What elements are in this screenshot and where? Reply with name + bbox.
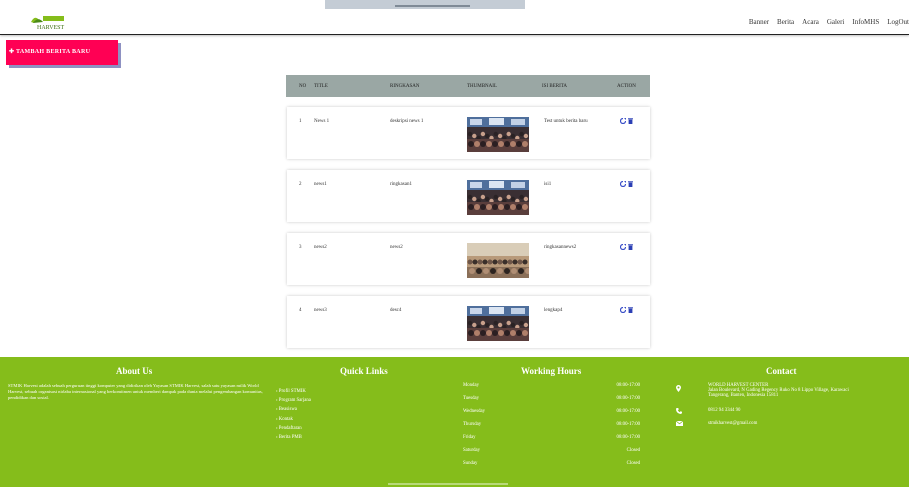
hours-row: Monday 08:00-17:00 (463, 383, 640, 396)
quick-link[interactable]: › Berita PMB (276, 433, 311, 442)
cell-title: news3 (314, 308, 327, 313)
thumbnail-image (467, 243, 529, 278)
quick-links-title: Quick Links (340, 366, 388, 376)
cell-summary: news2 (390, 245, 403, 250)
table-row: 4 news3 desc4 lengkap4 (287, 296, 650, 348)
cell-summary: deskripsi news 1 (390, 119, 424, 124)
envelope-icon (676, 421, 683, 426)
cell-title: news2 (314, 245, 327, 250)
col-thumbnail: THUMBNAIL (467, 84, 497, 89)
nav-acara[interactable]: Acara (802, 18, 819, 26)
col-no: NO (299, 84, 307, 89)
quick-links-list: › Profil STMIK › Program Sarjana › Beasi… (276, 387, 311, 442)
working-hours-list: Monday 08:00-17:00 Tuesday 08:00-17:00 Wedne… (463, 383, 640, 474)
nav-galeri[interactable]: Galeri (827, 18, 845, 26)
main-nav: Banner Berita Acara Galeri InfoMHS LogOu… (749, 18, 909, 26)
edit-icon[interactable] (620, 181, 626, 187)
contact-email[interactable]: stmikharvest@gmail.com (708, 421, 757, 426)
cell-content: ringkasannews2 (544, 245, 577, 250)
map-marker-icon (676, 385, 681, 392)
cell-summary: desc4 (390, 308, 402, 313)
add-news-button[interactable]: ✚ TAMBAH BERITA BARU (6, 40, 118, 65)
nav-berita[interactable]: Berita (777, 18, 794, 26)
hours-day: Wednesday (463, 409, 485, 414)
quick-link[interactable]: › Pendaftaran (276, 424, 311, 433)
thumbnail-image (467, 306, 529, 341)
col-action: ACTION (617, 84, 636, 89)
hours-row: Wednesday 08:00-17:00 (463, 409, 640, 422)
hours-time: 08:00-17:00 (616, 435, 640, 440)
about-title: About Us (116, 366, 153, 376)
top-navbar: HARVEST Banner Berita Acara Galeri InfoM… (0, 0, 909, 35)
trash-icon[interactable] (628, 118, 633, 124)
nav-infomhs[interactable]: InfoMHS (852, 18, 879, 26)
hours-row: Thursday 08:00-17:00 (463, 422, 640, 435)
hours-time: Closed (626, 448, 640, 453)
edit-icon[interactable] (620, 307, 626, 313)
row-actions (620, 307, 633, 313)
hours-time: 08:00-17:00 (616, 383, 640, 388)
quick-link[interactable]: › Profil STMIK (276, 387, 311, 396)
about-text: STMIK Harvest adalah sebuah perguruan ti… (8, 383, 263, 400)
cell-no: 4 (299, 308, 302, 313)
cell-content: Test untuk berita baru (544, 119, 588, 124)
footer-divider (388, 483, 508, 485)
quick-link[interactable]: › Beasiswa (276, 405, 311, 414)
cell-content: lengkap4 (544, 308, 563, 313)
table-row: 2 news1 ringkasan1 isi1 (287, 170, 650, 222)
table-row: 3 news2 news2 ringkasannews2 (287, 233, 650, 285)
edit-icon[interactable] (620, 244, 626, 250)
row-actions (620, 181, 633, 187)
cell-no: 3 (299, 245, 302, 250)
nav-logout[interactable]: LogOut (887, 18, 909, 26)
hours-day: Monday (463, 383, 479, 388)
cell-summary: ringkasan1 (390, 182, 412, 187)
thumbnail-image (467, 117, 529, 152)
cell-content: isi1 (544, 182, 552, 187)
table-header: NO TITLE RINGKASAN THUMBNAIL ISI BERITA … (286, 75, 650, 97)
col-title: TITLE (314, 84, 328, 89)
hours-day: Tuesday (463, 396, 480, 401)
col-content: ISI BERITA (542, 84, 568, 89)
contact-title: Contact (766, 366, 797, 376)
hours-day: Saturday (463, 448, 481, 453)
hours-day: Sunday (463, 461, 478, 466)
quick-link[interactable]: › Program Sarjana (276, 396, 311, 405)
trash-icon[interactable] (628, 181, 633, 187)
cell-no: 1 (299, 119, 302, 124)
working-hours-title: Working Hours (521, 366, 582, 376)
cell-no: 2 (299, 182, 302, 187)
phone-icon (676, 408, 682, 414)
hours-row: Friday 08:00-17:00 (463, 435, 640, 448)
hours-row: Saturday Closed (463, 448, 640, 461)
hours-time: Closed (626, 461, 640, 466)
nav-banner[interactable]: Banner (749, 18, 769, 26)
trash-icon[interactable] (628, 307, 633, 313)
cell-title: News 1 (314, 119, 330, 124)
svg-text:HARVEST: HARVEST (37, 25, 65, 31)
footer: About Us STMIK Harvest adalah sebuah per… (0, 357, 909, 487)
row-actions (620, 118, 633, 124)
quick-link[interactable]: › Kontak (276, 415, 311, 424)
hours-day: Friday (463, 435, 476, 440)
edit-icon[interactable] (620, 118, 626, 124)
harvest-logo[interactable]: HARVEST (28, 12, 66, 32)
hours-row: Tuesday 08:00-17:00 (463, 396, 640, 409)
table-row: 1 News 1 deskripsi news 1 Test untuk berita… (287, 107, 650, 159)
hours-row: Sunday Closed (463, 461, 640, 474)
trash-icon[interactable] (628, 244, 633, 250)
col-summary: RINGKASAN (390, 84, 420, 89)
thumbnail-image (467, 180, 529, 215)
top-scroll-indicator (325, 0, 525, 9)
row-actions (620, 244, 633, 250)
contact-phone: 0812 94 3344 90 (708, 408, 741, 413)
cell-title: news1 (314, 182, 327, 187)
contact-address-2: Tangerang, Banten, Indonesia 15811 (708, 393, 779, 398)
hours-time: 08:00-17:00 (616, 409, 640, 414)
hours-time: 08:00-17:00 (616, 422, 640, 427)
hours-time: 08:00-17:00 (616, 396, 640, 401)
hours-day: Thursday (463, 422, 482, 427)
